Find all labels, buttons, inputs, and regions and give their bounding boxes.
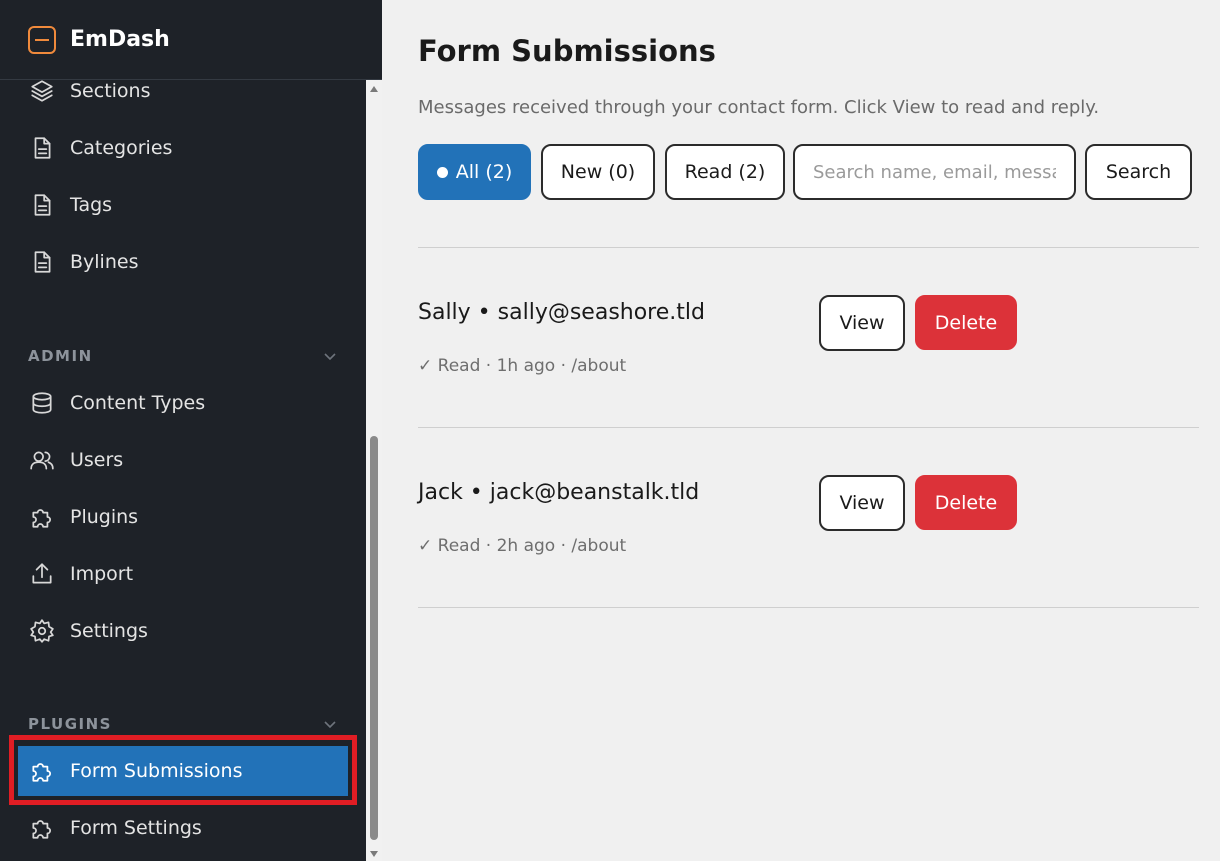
sidebar-item-categories[interactable]: Categories [18, 123, 348, 173]
scroll-down-arrow-icon[interactable] [370, 851, 378, 857]
sidebar-item-content-types[interactable]: Content Types [18, 378, 348, 428]
view-button-label: View [839, 312, 885, 334]
view-button[interactable]: View [819, 295, 905, 351]
view-button[interactable]: View [819, 475, 905, 531]
layers-icon [28, 77, 56, 105]
sidebar-item-tags[interactable]: Tags [18, 180, 348, 230]
sidebar-item-label: Plugins [70, 506, 139, 528]
submission-meta: ✓ Read · 1h ago · /about [418, 356, 627, 376]
sidebar-item-label: Sections [70, 80, 151, 102]
sidebar-item-plugins[interactable]: Plugins [18, 492, 348, 542]
filter-read-label: Read (2) [684, 161, 766, 183]
view-button-label: View [839, 492, 885, 514]
admin-section-label: ADMIN [28, 347, 93, 365]
divider [418, 247, 1199, 248]
brand-name: EmDash [70, 27, 170, 52]
sidebar-item-settings[interactable]: Settings [18, 606, 348, 656]
page-title: Form Submissions [418, 34, 716, 68]
scrollbar-thumb[interactable] [370, 436, 378, 840]
submission-meta: ✓ Read · 2h ago · /about [418, 536, 627, 556]
delete-button-label: Delete [934, 491, 998, 514]
sidebar-item-label: Users [70, 449, 124, 471]
sidebar: EmDash Sections Categories Tags Bylines … [0, 0, 382, 861]
page-description: Messages received through your contact f… [418, 97, 1100, 118]
filter-new-button[interactable]: New (0) [541, 144, 655, 200]
divider [418, 427, 1199, 428]
puzzle-icon [28, 503, 56, 531]
plugins-section-label: PLUGINS [28, 715, 112, 733]
sidebar-item-users[interactable]: Users [18, 435, 348, 485]
sidebar-item-sections[interactable]: Sections [18, 66, 348, 116]
emdash-logo-icon [28, 25, 56, 54]
plugins-section-header[interactable]: PLUGINS [28, 712, 338, 736]
admin-section-header[interactable]: ADMIN [28, 344, 338, 368]
delete-button-label: Delete [934, 311, 998, 334]
sidebar-scrollbar[interactable] [366, 80, 382, 861]
sidebar-item-label: Bylines [70, 251, 139, 273]
sidebar-item-form-settings[interactable]: Form Settings [18, 803, 348, 853]
database-icon [28, 389, 56, 417]
main-content: Form Submissions Messages received throu… [382, 0, 1220, 861]
selection-highlight [9, 735, 357, 805]
sidebar-item-label: Categories [70, 137, 173, 159]
document-icon [28, 134, 56, 162]
search-button[interactable]: Search [1085, 144, 1192, 200]
sidebar-item-label: Import [70, 563, 134, 585]
submission-title: Jack • jack@beanstalk.tld [418, 480, 700, 505]
sidebar-item-label: Tags [70, 194, 113, 216]
delete-button[interactable]: Delete [915, 475, 1017, 530]
filter-all-button[interactable]: All (2) [418, 144, 531, 200]
gear-icon [28, 617, 56, 645]
search-button-label: Search [1105, 161, 1172, 183]
upload-icon [28, 560, 56, 588]
sidebar-item-label: Content Types [70, 392, 206, 414]
active-dot-icon [436, 166, 448, 178]
puzzle-icon [28, 814, 56, 842]
document-icon [28, 191, 56, 219]
document-icon [28, 248, 56, 276]
chevron-down-icon [324, 721, 336, 729]
chevron-down-icon [324, 353, 336, 361]
divider [418, 607, 1199, 608]
users-icon [28, 446, 56, 474]
sidebar-item-label: Form Settings [70, 817, 202, 839]
sidebar-item-bylines[interactable]: Bylines [18, 237, 348, 287]
scroll-up-arrow-icon[interactable] [370, 86, 378, 92]
submission-title: Sally • sally@seashore.tld [418, 300, 705, 325]
sidebar-item-import[interactable]: Import [18, 549, 348, 599]
delete-button[interactable]: Delete [915, 295, 1017, 350]
filter-read-button[interactable]: Read (2) [665, 144, 785, 200]
sidebar-item-label: Settings [70, 620, 148, 642]
filter-all-label: All (2) [455, 161, 513, 183]
filter-new-label: New (0) [560, 161, 636, 183]
search-input[interactable] [793, 144, 1076, 200]
